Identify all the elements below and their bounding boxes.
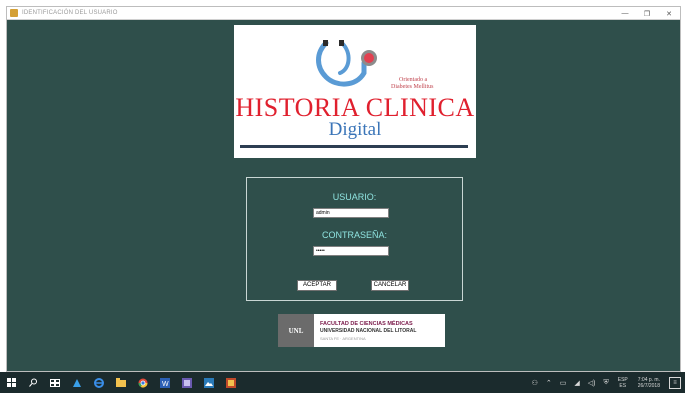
edge-icon[interactable]: [88, 372, 110, 393]
maximize-button[interactable]: ❐: [636, 7, 658, 20]
cancel-button[interactable]: CANCELAR: [371, 280, 409, 291]
people-icon[interactable]: ⚇: [532, 379, 538, 387]
logo-subtitle: Digital: [328, 119, 382, 140]
user-input[interactable]: admin: [313, 208, 389, 218]
screen: IDENTIFICACIÓN DEL USUARIO — ❐ ✕ Orienta…: [0, 0, 685, 393]
clock[interactable]: 7:04 p. m. 26/7/2018: [638, 377, 660, 389]
network-icon[interactable]: ◢: [574, 379, 579, 387]
antivirus-icon[interactable]: ⛨: [603, 379, 608, 387]
language-indicator[interactable]: ESP ES: [618, 377, 628, 389]
system-tray: ⚇ ⌃ ▭ ◢ ◁) ⛨ ESP ES 7:04 p. m. 26/7/2018…: [528, 372, 681, 393]
app-icon: [10, 9, 18, 17]
battery-icon[interactable]: ▭: [560, 379, 567, 387]
accept-button[interactable]: ACEPTAR: [297, 280, 337, 291]
unl-logo: UNL: [278, 314, 314, 347]
window-title: IDENTIFICACIÓN DEL USUARIO: [22, 10, 118, 16]
chrome-icon[interactable]: [132, 372, 154, 393]
keyboard-layout: ES: [619, 382, 627, 389]
logo-tagline-2: Diabetes Mellitus: [391, 84, 434, 90]
svg-text:W: W: [162, 381, 169, 388]
logo-underline: [240, 145, 468, 148]
file-explorer-icon[interactable]: [110, 372, 132, 393]
institution-banner: UNL FACULTAD DE CIENCIAS MÉDICAS UNIVERS…: [278, 314, 445, 347]
user-label: USUARIO:: [332, 192, 377, 202]
language-code: ESP: [617, 376, 628, 383]
close-button[interactable]: ✕: [658, 7, 680, 20]
password-label: CONTRASEÑA:: [321, 230, 387, 240]
logo-tagline-1: Orientado a: [399, 77, 428, 83]
task-view-icon[interactable]: [44, 372, 66, 393]
chevron-up-icon[interactable]: ⌃: [546, 379, 552, 387]
university-name: UNIVERSIDAD NACIONAL DEL LITORAL: [320, 328, 417, 334]
clock-date: 26/7/2018: [637, 382, 660, 389]
clock-time: 7:04 p. m.: [637, 376, 660, 383]
university-location: SANTA FE · ARGENTINA: [320, 336, 366, 341]
app-icon[interactable]: [176, 372, 198, 393]
stethoscope-icon: [316, 40, 377, 87]
minimize-button[interactable]: —: [614, 7, 636, 20]
store-icon[interactable]: [66, 372, 88, 393]
login-panel: USUARIO: admin CONTRASEÑA: ••••• ACEPTAR…: [246, 177, 463, 301]
window-controls: — ❐ ✕: [614, 7, 680, 20]
image-app-icon[interactable]: [198, 372, 220, 393]
search-icon[interactable]: [22, 372, 44, 393]
windows-start-icon[interactable]: [0, 372, 22, 393]
java-icon[interactable]: [220, 372, 242, 393]
login-window: IDENTIFICACIÓN DEL USUARIO — ❐ ✕ Orienta…: [6, 6, 681, 372]
word-icon[interactable]: W: [154, 372, 176, 393]
window-client-area: Orientado a Diabetes Mellitus HISTORIA C…: [7, 20, 680, 371]
volume-icon[interactable]: ◁): [588, 379, 596, 387]
password-input[interactable]: •••••: [313, 246, 389, 256]
faculty-name: FACULTAD DE CIENCIAS MÉDICAS: [320, 321, 413, 327]
notifications-icon[interactable]: ≡: [669, 376, 681, 389]
historia-clinica-logo: Orientado a Diabetes Mellitus HISTORIA C…: [234, 25, 476, 158]
title-bar[interactable]: IDENTIFICACIÓN DEL USUARIO — ❐ ✕: [7, 7, 680, 20]
taskbar: W ⚇ ⌃ ▭ ◢ ◁) ⛨ ESP ES 7:04 p. m. 26/7/20…: [0, 372, 685, 393]
